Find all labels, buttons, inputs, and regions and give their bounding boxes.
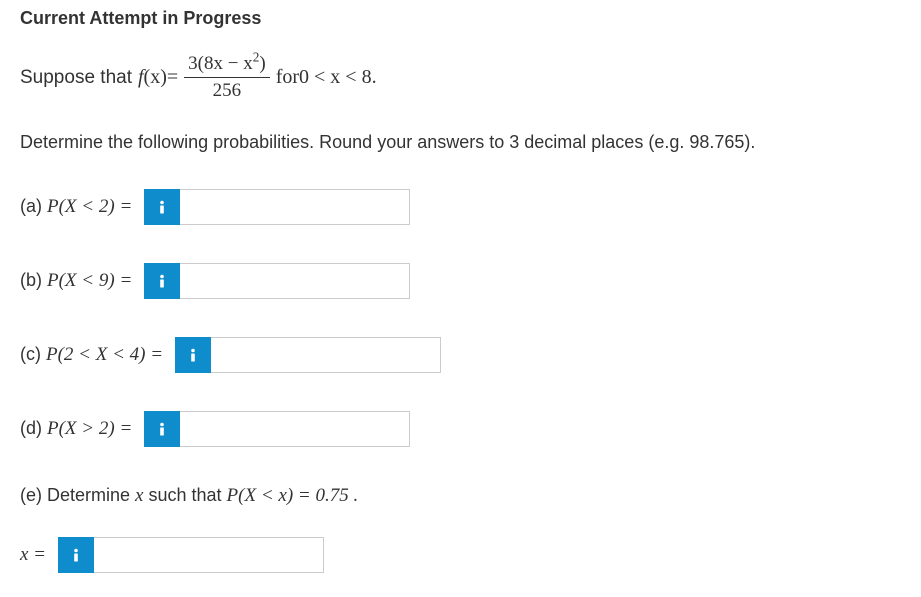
answer-input-b[interactable] [180, 263, 410, 299]
answer-input-d[interactable] [180, 411, 410, 447]
info-icon[interactable] [144, 189, 180, 225]
numerator: 3(8x − x2) [184, 53, 270, 78]
part-a-label: (a) P(X < 2) = [20, 196, 132, 218]
instruction-text: Determine the following probabilities. R… [20, 132, 901, 153]
answer-input-a[interactable] [180, 189, 410, 225]
fraction: 3(8x − x2) 256 [184, 53, 270, 102]
for-text: for [276, 66, 299, 89]
info-icon[interactable] [58, 537, 94, 573]
part-b: (b) P(X < 9) = [20, 263, 901, 299]
part-a: (a) P(X < 2) = [20, 189, 901, 225]
x-equals-label: x = [20, 544, 46, 566]
equals-sign: = [167, 66, 178, 89]
part-e-answer-row: x = [20, 537, 901, 573]
info-icon[interactable] [175, 337, 211, 373]
part-d: (d) P(X > 2) = [20, 411, 901, 447]
denominator: 256 [213, 78, 242, 102]
suppose-text: Suppose that [20, 67, 132, 89]
function-fx: f(x) [138, 66, 167, 89]
part-c: (c) P(2 < X < 4) = [20, 337, 901, 373]
range-text: 0 < x < 8. [299, 66, 377, 89]
part-d-label: (d) P(X > 2) = [20, 418, 132, 440]
answer-input-e[interactable] [94, 537, 324, 573]
info-icon[interactable] [144, 263, 180, 299]
problem-definition: Suppose that f(x) = 3(8x − x2) 256 for 0… [20, 53, 901, 102]
info-icon[interactable] [144, 411, 180, 447]
answer-input-c[interactable] [211, 337, 441, 373]
part-c-label: (c) P(2 < X < 4) = [20, 344, 163, 366]
attempt-header: Current Attempt in Progress [20, 8, 901, 29]
part-b-label: (b) P(X < 9) = [20, 270, 132, 292]
part-e-label: (e) Determine x such that P(X < x) = 0.7… [20, 485, 901, 507]
